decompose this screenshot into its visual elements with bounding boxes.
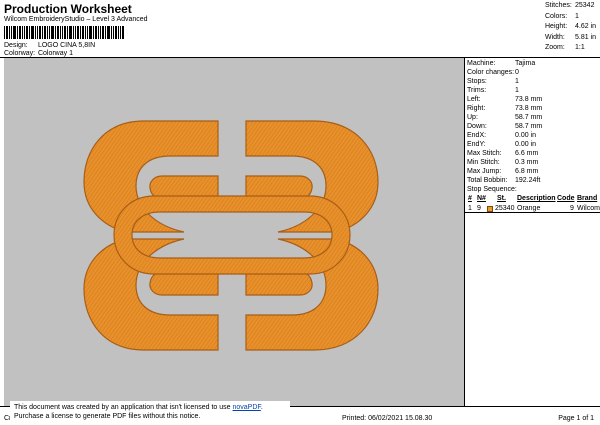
stat-value: 1:1: [575, 44, 585, 51]
row-brand: Wilcom: [577, 205, 600, 212]
design-label: Design:: [4, 42, 28, 49]
info-value: 1: [515, 78, 519, 85]
info-label: Machine:: [467, 60, 496, 67]
info-label: EndX:: [467, 132, 487, 139]
info-label: Left:: [467, 96, 481, 103]
stat-colors: Colors: 1: [545, 13, 597, 24]
stat-stitches: Stitches: 25342: [545, 2, 597, 13]
info-label: Right:: [467, 105, 486, 112]
info-label: Color changes:: [467, 69, 515, 76]
info-label: Total Bobbin:: [467, 177, 508, 184]
printed-timestamp: Printed: 06/02/2021 15.08.30: [342, 415, 433, 422]
info-max-stitch: Max Stitch: 6.6 mm: [467, 150, 538, 157]
design-row: Design: LOGO CINA 5,8IN: [4, 42, 95, 49]
info-value: Tajima: [515, 60, 536, 67]
stat-height: Height: 4.62 in: [545, 23, 597, 34]
stat-label: Stitches:: [545, 2, 572, 9]
stat-label: Zoom:: [545, 44, 565, 51]
row-st: 25340: [495, 205, 515, 212]
stop-sequence-title: Stop Sequence:: [467, 186, 517, 193]
info-color-changes: Color changes:0: [467, 69, 519, 76]
notice-line2: Purchase a license to generate PDF files…: [14, 413, 201, 420]
info-value: 0.00 in: [515, 132, 537, 139]
panel-divider: [464, 212, 600, 213]
info-value: 58.7 mm: [515, 123, 543, 130]
machine-info-panel: Machine: Tajima Color changes:0 Stops: 1 T…: [464, 58, 600, 406]
info-label: Trims:: [467, 87, 487, 94]
embroidery-logo: [83, 120, 379, 351]
col-st: St.: [497, 195, 506, 202]
stat-value: 25342: [575, 2, 595, 9]
logo-center-ring: [113, 195, 351, 275]
colorway-value: Colorway 1: [37, 50, 73, 57]
row-code: 9: [570, 205, 574, 212]
stats-panel: Stitches: 25342 Colors: 1 Height: 4.62 in W…: [545, 2, 597, 55]
info-value: 73.8 mm: [515, 105, 543, 112]
info-left: Left: 73.8 mm: [467, 96, 542, 103]
notice-line1: This document was created by an applicat…: [14, 404, 233, 411]
info-trims: Trims: 1: [467, 87, 519, 94]
info-value: 6.8 mm: [515, 168, 539, 175]
stat-label: Width:: [545, 33, 565, 41]
info-stops: Stops: 1: [467, 78, 519, 85]
info-right: Right: 73.8 mm: [467, 105, 542, 112]
colorway-row: Colorway: Colorway 1: [4, 50, 73, 57]
col-n: N#: [477, 195, 486, 202]
info-label: Down:: [467, 123, 487, 130]
info-down: Down: 58.7 mm: [467, 123, 542, 130]
info-value: 0.00 in: [515, 141, 537, 148]
info-total-bobbin: Total Bobbin: 192.24ft: [467, 177, 540, 184]
colorway-label: Colorway:: [4, 50, 36, 57]
info-label: Max Stitch:: [467, 150, 502, 157]
info-up: Up: 58.7 mm: [467, 114, 542, 121]
row-n: 9: [477, 205, 481, 212]
license-notice: This document was created by an applicat…: [10, 401, 290, 425]
col-hash: #: [468, 195, 472, 202]
novapdf-link[interactable]: novaPDF: [232, 404, 260, 411]
row-description: Orange: [517, 205, 541, 212]
info-label: Stops:: [467, 78, 487, 85]
info-endy: EndY: 0.00 in: [467, 141, 536, 148]
design-preview: [4, 58, 464, 406]
info-max-jump: Max Jump: 6.8 mm: [467, 168, 538, 175]
info-value: 0: [515, 69, 519, 76]
stat-label: Colors:: [545, 12, 568, 20]
stat-value: 4.62 in: [575, 23, 597, 30]
stat-label: Height:: [545, 23, 568, 30]
info-endx: EndX: 0.00 in: [467, 132, 536, 139]
info-value: 6.6 mm: [515, 150, 539, 157]
page-title: Production Worksheet: [4, 2, 132, 16]
stat-zoom: Zoom: 1:1: [545, 44, 597, 55]
info-value: 192.24ft: [515, 177, 541, 184]
page-footer: Cr This document was created by an appli…: [0, 401, 600, 425]
software-subtitle: Wilcom EmbroideryStudio – Level 3 Advanc…: [4, 16, 148, 23]
info-label: Max Jump:: [467, 168, 502, 175]
info-value: 0.3 mm: [515, 159, 539, 166]
info-value: 1: [515, 87, 519, 94]
stat-value: 5.81 in: [575, 33, 597, 41]
barcode: [4, 26, 124, 39]
design-value: LOGO CINA 5,8IN: [37, 42, 96, 49]
page-number: Page 1 of 1: [558, 415, 594, 422]
stat-width: Width: 5.81 in: [545, 34, 597, 45]
info-label: Up:: [467, 114, 478, 121]
info-min-stitch: Min Stitch: 0.3 mm: [467, 159, 538, 166]
col-description: Description: [517, 195, 556, 202]
info-value: 73.8 mm: [515, 96, 543, 103]
info-label: Min Stitch:: [467, 159, 500, 166]
col-brand: Brand: [577, 195, 598, 202]
col-code: Code: [557, 195, 575, 202]
info-machine: Machine: Tajima: [467, 60, 535, 67]
info-value: 58.7 mm: [515, 114, 543, 121]
row-hash: 1: [468, 205, 472, 212]
stat-value: 1: [575, 12, 579, 20]
info-label: EndY:: [467, 141, 486, 148]
notice-line1-end: .: [260, 404, 263, 411]
